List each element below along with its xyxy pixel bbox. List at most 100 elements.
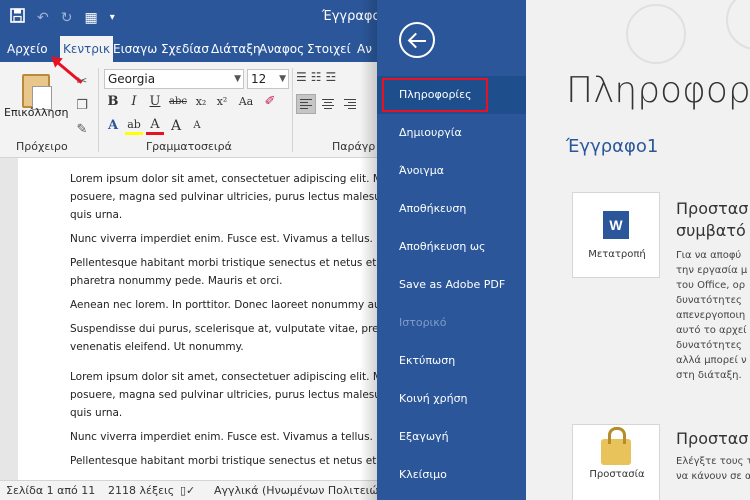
tab-references[interactable]: Αναφος <box>256 36 307 62</box>
protect-label: Προστασία <box>589 469 645 480</box>
text-effects-icon[interactable]: A <box>104 116 122 136</box>
paste-button[interactable]: Επικόλληση <box>0 62 70 136</box>
clear-formatting-icon[interactable]: ✐ <box>261 92 279 112</box>
text-line: quis urna. <box>70 407 123 419</box>
nav-item-save-adobe-pdf[interactable]: Save as Adobe PDF <box>377 266 526 304</box>
word-document-icon: W <box>603 211 629 239</box>
nav-item-share[interactable]: Κοινή χρήση <box>377 380 526 418</box>
align-center-button[interactable] <box>318 94 338 114</box>
nav-item-export[interactable]: Εξαγωγή <box>377 418 526 456</box>
paragraph: Suspendisse dui purus, scelerisque at, v… <box>70 320 380 356</box>
copy-icon[interactable]: ❐ <box>70 94 94 118</box>
backstage-nav: Πληροφορίες Δημιουργία Άνοιγμα Αποθήκευσ… <box>377 0 526 500</box>
text-line: Pellentesque habitant morbi tristique se… <box>70 455 377 467</box>
quick-access-toolbar: ↶ ↻ ▦ ▾ <box>10 8 115 27</box>
bold-button[interactable]: B <box>104 92 122 112</box>
multilevel-list-icon[interactable]: ☲ <box>326 70 337 84</box>
font-color-button[interactable]: A <box>146 117 164 135</box>
alignment-tools <box>296 94 360 114</box>
text-line: pharetra nonummy pede. Mauris et orci. <box>70 275 283 287</box>
superscript-button[interactable]: x² <box>213 92 231 112</box>
decorative-circle <box>726 0 750 50</box>
convert-button[interactable]: W Μετατροπή <box>572 192 660 278</box>
desc-line: αλλά μπορεί ν <box>676 355 747 366</box>
text-line: Pellentesque habitant morbi tristique se… <box>70 257 377 269</box>
nav-item-save-as[interactable]: Αποθήκευση ως <box>377 228 526 266</box>
grow-font-button[interactable]: A <box>167 116 185 136</box>
nav-item-new[interactable]: Δημιουργία <box>377 114 526 152</box>
lock-icon <box>601 427 631 465</box>
paragraph: Pellentesque habitant morbi tristique se… <box>70 254 380 290</box>
desc-line: δυνατότητες <box>676 340 742 351</box>
tab-design[interactable]: Σχεδίασ <box>158 36 212 62</box>
document-name: Έγγραφο1 <box>566 136 659 157</box>
paragraph: Aenean nec lorem. In porttitor. Donec la… <box>70 296 380 314</box>
chevron-down-icon: ▼ <box>234 74 241 84</box>
italic-button[interactable]: I <box>125 92 143 112</box>
title-line: συμβατό <box>676 221 746 240</box>
font-size-select[interactable]: 12 ▼ <box>247 69 289 89</box>
paragraph: Lorem ipsum dolor sit amet, consectetuer… <box>70 368 380 422</box>
subscript-button[interactable]: x₂ <box>192 92 210 112</box>
highlight-box <box>382 78 488 112</box>
nav-item-open[interactable]: Άνοιγμα <box>377 152 526 190</box>
paragraph: Nunc viverra imperdiet enim. Fusce est. … <box>70 230 380 248</box>
protect-section-desc: Ελέγξτε τους τ να κάνουν σε α <box>676 454 750 484</box>
group-divider <box>98 68 99 152</box>
font-name-select[interactable]: Georgia ▼ <box>104 69 244 89</box>
tab-insert[interactable]: Εισαγω <box>110 36 160 62</box>
paste-label: Επικόλληση <box>4 106 69 119</box>
tab-home[interactable]: Κεντρικ <box>60 36 114 62</box>
paragraph: Pellentesque habitant morbi tristique se… <box>70 452 380 470</box>
undo-icon[interactable]: ↶ <box>37 10 49 26</box>
tab-file[interactable]: Αρχείο <box>4 36 51 62</box>
font-color-row: A ab A A A <box>104 116 206 136</box>
proofing-icon[interactable]: ▯✓ <box>180 484 195 497</box>
underline-button[interactable]: U <box>146 92 164 112</box>
align-left-button[interactable] <box>296 94 316 114</box>
backstage-content: Πληροφορ Έγγραφο1 W Μετατροπή Προστασ συ… <box>526 0 750 500</box>
page-title: Πληροφορ <box>566 70 750 111</box>
paragraph: Nunc viverra imperdiet enim. Fusce est. … <box>70 428 380 446</box>
nav-item-history: Ιστορικό <box>399 316 447 329</box>
list-tools: ☰ ☷ ☲ <box>296 70 336 84</box>
page-count[interactable]: Σελίδα 1 από 11 <box>6 484 95 497</box>
font-name-value: Georgia <box>108 72 156 86</box>
nav-item-save[interactable]: Αποθήκευση <box>377 190 526 228</box>
text-line: Lorem ipsum dolor sit amet, consectetuer… <box>70 173 380 185</box>
desc-line: στη διάταξη. <box>676 370 742 381</box>
protect-section-title: Προστασ <box>676 429 749 448</box>
paragraph: Lorem ipsum dolor sit amet, consectetuer… <box>70 170 380 224</box>
text-line: Nunc viverra imperdiet enim. Fusce est. … <box>70 431 373 443</box>
text-line: Lorem ipsum dolor sit amet, consectetuer… <box>70 371 380 383</box>
desc-line: του Office, ορ <box>676 280 746 291</box>
nav-item-print[interactable]: Εκτύπωση <box>377 342 526 380</box>
desc-line: την εργασία μ <box>676 265 748 276</box>
document-page[interactable]: Lorem ipsum dolor sit amet, consectetuer… <box>18 158 398 480</box>
save-icon[interactable] <box>10 8 25 27</box>
tab-mailings[interactable]: Στοιχεί <box>304 36 354 62</box>
touch-mode-icon[interactable]: ▦ <box>84 10 97 26</box>
redo-icon[interactable]: ↻ <box>61 10 73 26</box>
group-divider <box>292 68 293 152</box>
back-arrow-icon[interactable] <box>399 22 435 58</box>
font-group-label: Γραμματοσειρά <box>146 140 232 153</box>
desc-line: Ελέγξτε τους τ <box>676 456 750 467</box>
strikethrough-button[interactable]: abc <box>167 92 189 112</box>
change-case-button[interactable]: Aa <box>234 92 258 112</box>
text-line: Nunc viverra imperdiet enim. Fusce est. … <box>70 233 373 245</box>
convert-label: Μετατροπή <box>588 249 646 260</box>
highlight-button[interactable]: ab <box>125 117 143 135</box>
nav-item-info[interactable]: Πληροφορίες <box>377 76 526 114</box>
text-line: venenatis eleifend. Ut nonummy. <box>70 341 244 353</box>
customize-qat-icon[interactable]: ▾ <box>110 12 115 23</box>
word-count[interactable]: 2118 λέξεις <box>108 484 174 497</box>
backstage-shadow <box>360 0 378 500</box>
format-painter-icon[interactable]: ✎ <box>70 118 94 142</box>
protect-document-button[interactable]: Προστασία <box>572 424 660 500</box>
align-right-button[interactable] <box>340 94 360 114</box>
shrink-font-button[interactable]: A <box>188 116 206 136</box>
bullets-icon[interactable]: ☰ <box>296 70 307 84</box>
nav-item-close[interactable]: Κλείσιμο <box>377 456 526 494</box>
numbering-icon[interactable]: ☷ <box>311 70 322 84</box>
